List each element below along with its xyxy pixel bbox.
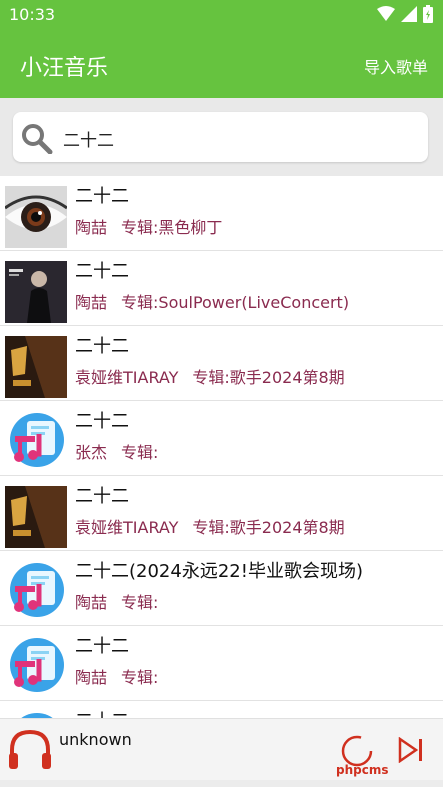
song-item[interactable]: 二十二 张杰 专辑: — [0, 401, 443, 476]
status-bar: 10:33 — [0, 0, 443, 30]
status-icons — [377, 5, 433, 23]
song-title: 二十二 — [75, 486, 129, 507]
song-meta: 袁娅维TIARAY 专辑:歌手2024第8期 — [75, 364, 345, 388]
headphones-icon — [9, 729, 51, 769]
search-box[interactable] — [13, 112, 428, 162]
search-icon[interactable] — [19, 122, 55, 154]
song-artist: 陶喆 — [75, 668, 108, 687]
song-album: 专辑: — [121, 668, 159, 687]
song-artist: 袁娅维TIARAY — [75, 518, 179, 537]
song-list[interactable]: 二十二 陶喆 专辑:黑色柳丁 二十二 陶喆 专辑:SoulPower(LiveCon… — [0, 176, 443, 718]
song-title: 二十二 — [75, 636, 129, 657]
song-item[interactable]: 二十二 袁娅维TIARAY 专辑:歌手2024第8期 — [0, 326, 443, 401]
song-title: 二十二(2024永远22!毕业歌会现场) — [75, 561, 363, 582]
song-album: 专辑:黑色柳丁 — [121, 218, 223, 237]
song-title: 二十二 — [75, 336, 129, 357]
song-item[interactable]: 二十二 陶喆 专辑: — [0, 626, 443, 701]
song-artist: 陶喆 — [75, 593, 108, 612]
song-album: 专辑:SoulPower(LiveConcert) — [121, 293, 350, 312]
song-title: 二十二 — [75, 186, 129, 207]
watermark-text: phpcms — [336, 763, 389, 777]
song-item[interactable]: 二十二 — [0, 701, 443, 718]
song-meta: 陶喆 专辑:SoulPower(LiveConcert) — [75, 289, 349, 313]
song-item[interactable]: 二十二 陶喆 专辑:黑色柳丁 — [0, 176, 443, 251]
song-album: 专辑:歌手2024第8期 — [192, 518, 345, 537]
bottom-edge — [0, 780, 443, 787]
battery-icon — [423, 5, 433, 23]
song-meta: 陶喆 专辑:黑色柳丁 — [75, 214, 222, 238]
album-cover-eye — [5, 186, 67, 248]
import-playlist-button[interactable]: 导入歌单 — [364, 54, 428, 78]
album-cover-singer — [5, 336, 67, 398]
song-title: 二十二 — [75, 261, 129, 282]
song-item[interactable]: 二十二 陶喆 专辑:SoulPower(LiveConcert) — [0, 251, 443, 326]
song-meta: 陶喆 专辑: — [75, 664, 158, 688]
next-track-icon[interactable] — [397, 737, 425, 763]
song-title: 二十二 — [75, 707, 129, 718]
song-meta: 陶喆 专辑: — [75, 589, 158, 613]
music-file-icon — [10, 638, 64, 692]
app-bar: 小汪音乐 导入歌单 — [0, 30, 443, 98]
search-input[interactable] — [61, 122, 415, 154]
now-playing-title: unknown — [59, 730, 132, 749]
song-album: 专辑: — [121, 443, 159, 462]
app-title: 小汪音乐 — [20, 56, 109, 81]
wifi-icon — [377, 6, 395, 21]
search-section — [0, 98, 443, 176]
song-artist: 陶喆 — [75, 293, 108, 312]
signal-icon — [401, 6, 417, 22]
song-meta: 袁娅维TIARAY 专辑:歌手2024第8期 — [75, 514, 345, 538]
song-item[interactable]: 二十二 袁娅维TIARAY 专辑:歌手2024第8期 — [0, 476, 443, 551]
music-file-icon — [10, 563, 64, 617]
song-item[interactable]: 二十二(2024永远22!毕业歌会现场) 陶喆 专辑: — [0, 551, 443, 626]
album-cover-singer — [5, 486, 67, 548]
song-album: 专辑: — [121, 593, 159, 612]
song-album: 专辑:歌手2024第8期 — [192, 368, 345, 387]
song-artist: 袁娅维TIARAY — [75, 368, 179, 387]
song-artist: 陶喆 — [75, 218, 108, 237]
status-time: 10:33 — [9, 5, 56, 24]
album-cover-concert — [5, 261, 67, 323]
song-title: 二十二 — [75, 411, 129, 432]
mini-player[interactable]: unknown phpcms — [0, 718, 443, 781]
song-artist: 张杰 — [75, 443, 108, 462]
music-file-icon — [10, 413, 64, 467]
song-meta: 张杰 专辑: — [75, 439, 158, 463]
